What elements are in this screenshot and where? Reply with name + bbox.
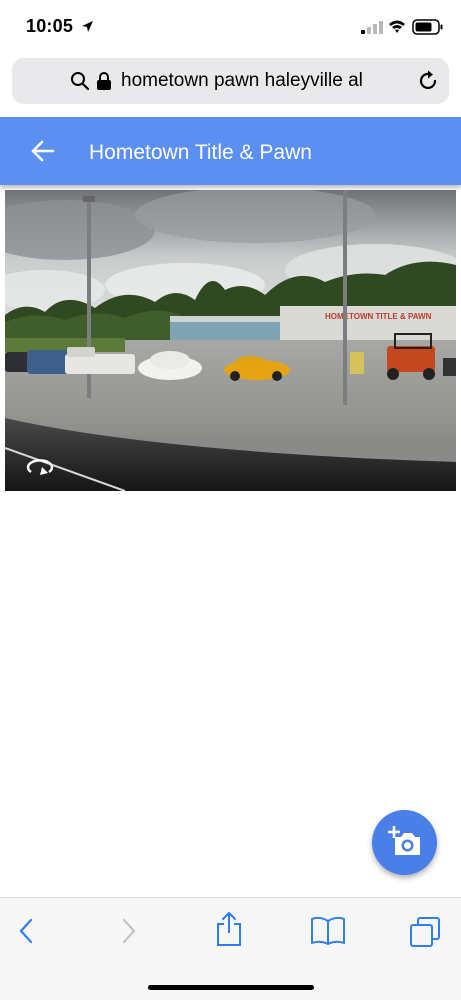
lock-icon xyxy=(97,72,111,90)
add-photo-button[interactable] xyxy=(372,810,437,875)
reload-icon[interactable] xyxy=(417,70,439,92)
store-sign: HOMETOWN TITLE & PAWN xyxy=(325,312,432,321)
street-view-image[interactable]: HOMETOWN TITLE & PAWN xyxy=(5,190,456,491)
add-photo-icon xyxy=(388,826,420,855)
location-arrow-icon xyxy=(82,21,93,32)
page-title: Hometown Title & Pawn xyxy=(89,141,312,164)
status-time: 10:05 xyxy=(26,16,74,36)
share-icon[interactable] xyxy=(215,911,243,947)
url-text: hometown pawn haleyville al xyxy=(121,70,363,91)
battery-icon xyxy=(412,19,443,35)
back-icon[interactable] xyxy=(16,916,36,946)
search-icon xyxy=(71,72,90,91)
arrow-left-icon[interactable] xyxy=(30,139,56,163)
home-indicator[interactable] xyxy=(148,985,314,990)
wifi-icon xyxy=(389,20,405,33)
app-bar: Hometown Title & Pawn xyxy=(0,117,461,185)
rotate-360-icon[interactable] xyxy=(24,455,56,477)
address-bar[interactable]: hometown pawn haleyville al xyxy=(12,58,449,104)
status-bar: 10:05 xyxy=(0,0,461,56)
bookmarks-icon[interactable] xyxy=(310,916,346,946)
forward-icon[interactable] xyxy=(119,916,139,946)
signal-icon xyxy=(361,21,383,34)
tabs-icon[interactable] xyxy=(409,916,441,948)
